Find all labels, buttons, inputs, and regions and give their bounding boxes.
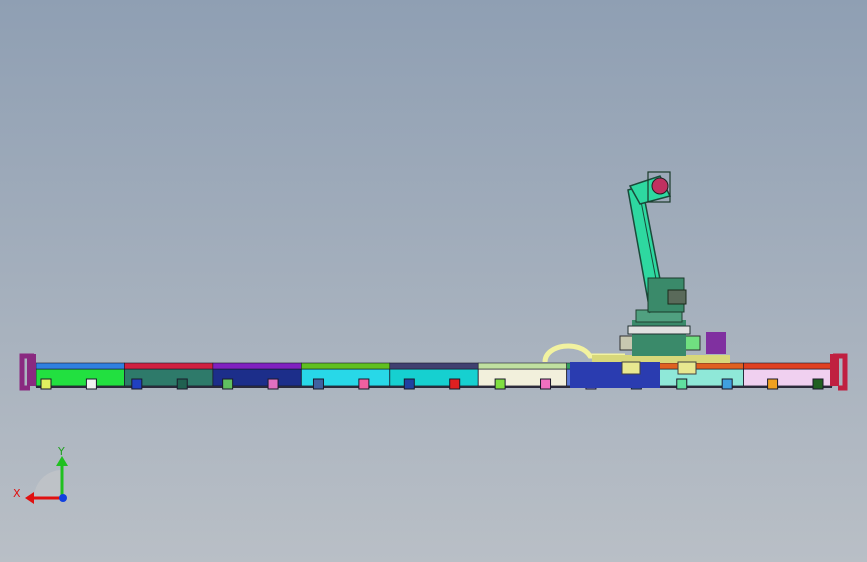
rail-segment[interactable] [477,368,568,387]
robot-base[interactable] [632,320,686,356]
rail-foot [767,378,779,390]
rail-segment[interactable] [389,368,479,387]
rail-top-strip [35,362,125,370]
rail-top-strips [35,362,833,370]
rail-top-strip [301,362,391,370]
rail-foot [176,378,188,390]
rail-foot [540,378,552,390]
rail-foot [812,378,824,390]
rail-end-block-right [830,354,839,386]
rail-baseline [36,386,832,388]
rail-segments [35,368,833,387]
rail-foot [403,378,415,390]
rail-foot [494,378,506,390]
coordinate-triad: X Y [13,445,68,504]
carriage-plate [570,362,660,388]
rail-top-strip [743,362,833,370]
triad-plane [34,470,62,498]
triad-y-label: Y [57,445,65,458]
rail-drive-motor[interactable] [706,332,726,354]
robot-shoulder-motor [667,289,687,305]
triad-x-arrow [25,492,34,504]
industrial-robot[interactable] [542,171,730,388]
carriage-bracket-right [677,361,697,375]
base-turntable [627,325,691,335]
rail-top-strip [654,362,744,370]
rail-foot [222,378,234,390]
carriage-bracket-left [621,361,641,375]
rail-top-strip [477,362,567,370]
rail-foot [358,378,370,390]
robot-carriage[interactable] [592,355,730,363]
rail-foot [449,378,461,390]
rail-top-strip [212,362,302,370]
rail-foot [131,378,143,390]
rail-foot [267,378,279,390]
rail-top-strip [124,362,214,370]
triad-x-label: X [13,487,21,500]
cad-model-scene[interactable]: X Y [0,0,867,562]
cad-viewport[interactable]: X Y [0,0,867,562]
rail-foot [721,378,733,390]
rail-end-block-left [27,354,36,386]
triad-z-axis [59,494,67,502]
robot-wrist-head[interactable] [651,177,669,195]
rail-foot [676,378,688,390]
rail-foot [312,378,324,390]
rail-top-strip [389,362,479,370]
rail-foot [85,378,97,390]
rail-foot [40,378,52,390]
